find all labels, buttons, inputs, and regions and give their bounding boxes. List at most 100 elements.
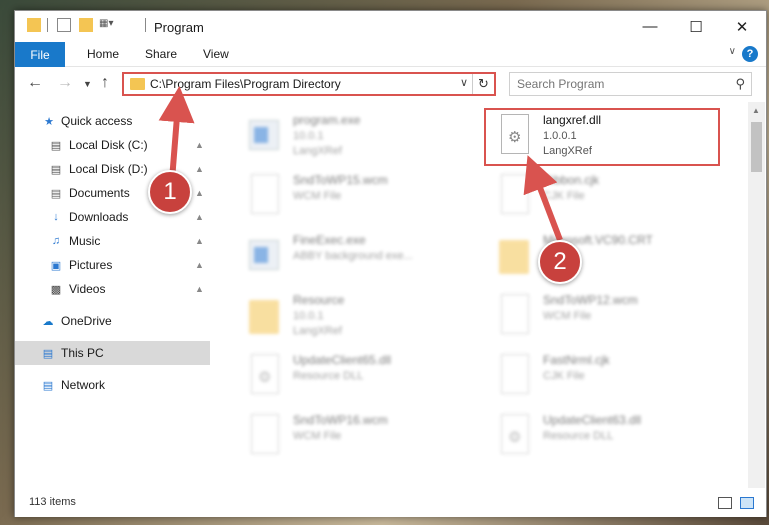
recent-locations-icon[interactable]: ▼ xyxy=(83,79,92,89)
file-item[interactable]: program.exe 10.0.1 LangXRef xyxy=(235,110,475,170)
folder-icon xyxy=(27,18,41,32)
file-name: Ribbon.cjk xyxy=(543,173,600,187)
file-type: WCM File xyxy=(293,430,342,442)
file-name: program.exe xyxy=(293,113,361,127)
status-bar: 113 items xyxy=(15,491,766,517)
sidebar-item-pictures[interactable]: ▣ Pictures ▲ xyxy=(15,253,210,277)
pin-icon[interactable]: ▲ xyxy=(195,236,204,246)
drive-icon: ▤ xyxy=(50,139,62,152)
sidebar-item-label: Documents xyxy=(69,186,130,200)
file-name: SndToWP16.wcm xyxy=(293,413,388,427)
sidebar-item-label: Local Disk (D:) xyxy=(69,162,148,176)
properties-icon[interactable] xyxy=(57,18,71,32)
pin-icon[interactable]: ▲ xyxy=(195,212,204,222)
file-item[interactable]: ⚙ UpdateClient65.dll Resource DLL xyxy=(235,350,475,410)
vertical-scrollbar[interactable]: ▲ xyxy=(748,102,765,488)
step-1-badge: 1 xyxy=(148,170,192,214)
pin-icon[interactable]: ▲ xyxy=(195,164,204,174)
chevron-down-icon[interactable]: ∨ xyxy=(460,76,468,89)
search-input[interactable] xyxy=(517,76,717,92)
pin-icon[interactable]: ▲ xyxy=(195,188,204,198)
address-bar[interactable]: C:\Program Files\Program Directory ∨ ↻ xyxy=(122,72,496,96)
file-item[interactable]: SndToWP16.wcm WCM File xyxy=(235,410,475,470)
sidebar-item-quick-access[interactable]: ★ Quick access xyxy=(15,109,210,133)
sidebar-item-label: Local Disk (C:) xyxy=(69,138,148,152)
file-type: WCM File xyxy=(293,190,342,202)
file-item[interactable]: ⚙ UpdateClient63.dll Resource DLL xyxy=(485,410,725,470)
drive-icon: ▤ xyxy=(50,163,62,176)
dll-gear-icon: ⚙ xyxy=(247,354,281,398)
folder-icon xyxy=(497,234,531,278)
sidebar-item-local-disk-c[interactable]: ▤ Local Disk (C:) ▲ xyxy=(15,133,210,157)
file-version: 10.0.1 xyxy=(293,310,324,322)
minimize-icon[interactable]: — xyxy=(627,11,673,42)
file-name: UpdateClient63.dll xyxy=(543,413,642,427)
file-item[interactable]: SndToWP12.wcm WCM File xyxy=(485,290,725,350)
folder-icon xyxy=(130,78,145,90)
sidebar-item-network[interactable]: ▤ Network xyxy=(15,373,210,397)
ribbon-tabs: File Home Share View ∨ ? xyxy=(15,42,766,67)
file-item[interactable]: Resource 10.0.1 LangXRef xyxy=(235,290,475,350)
navigation-pane: ★ Quick access ▤ Local Disk (C:) ▲ ▤ Loc… xyxy=(15,102,215,488)
dll-gear-icon: ⚙ xyxy=(497,414,531,458)
scroll-thumb[interactable] xyxy=(751,122,762,172)
file-type: CJK File xyxy=(543,190,585,202)
address-path[interactable]: C:\Program Files\Program Directory xyxy=(150,77,341,91)
window-title: Program xyxy=(154,20,204,35)
refresh-icon[interactable]: ↻ xyxy=(472,74,494,94)
pictures-icon: ▣ xyxy=(50,259,62,272)
sidebar-item-label: Music xyxy=(69,234,101,248)
file-name: FineExec.exe xyxy=(293,233,366,247)
file-icon xyxy=(247,174,281,218)
details-view-icon[interactable] xyxy=(718,497,732,509)
search-icon[interactable]: ⚲ xyxy=(735,76,745,92)
sidebar-item-music[interactable]: ♫ Music ▲ xyxy=(15,229,210,253)
large-icons-view-icon[interactable] xyxy=(740,497,754,509)
sidebar-item-onedrive[interactable]: ☁ OneDrive xyxy=(15,309,210,333)
pin-icon[interactable]: ▲ xyxy=(195,260,204,270)
close-icon[interactable]: ✕ xyxy=(719,11,765,42)
back-arrow-icon[interactable]: ← xyxy=(27,74,43,92)
maximize-icon[interactable]: ☐ xyxy=(673,11,719,42)
file-description: ABBY background exe... xyxy=(293,250,413,262)
computer-icon: ▤ xyxy=(42,347,54,360)
tab-share[interactable]: Share xyxy=(145,47,177,61)
file-name: SndToWP15.wcm xyxy=(293,173,388,187)
up-arrow-icon[interactable]: ↑ xyxy=(101,74,109,92)
file-item[interactable]: FineExec.exe ABBY background exe... xyxy=(235,230,475,290)
file-item[interactable]: SndToWP15.wcm WCM File xyxy=(235,170,475,230)
network-icon: ▤ xyxy=(42,379,54,392)
navigation-bar: ← → ▼ ↑ C:\Program Files\Program Directo… xyxy=(15,68,766,100)
file-name: UpdateClient65.dll xyxy=(293,353,392,367)
cloud-icon: ☁ xyxy=(42,315,54,328)
item-count: 113 items xyxy=(29,496,76,508)
new-folder-icon[interactable] xyxy=(79,18,93,32)
sidebar-item-this-pc[interactable]: ▤ This PC xyxy=(15,341,210,365)
pin-icon[interactable]: ▲ xyxy=(195,140,204,150)
forward-arrow-icon[interactable]: → xyxy=(57,74,73,92)
file-item[interactable]: FastNrml.cjk CJK File xyxy=(485,350,725,410)
scroll-up-icon[interactable]: ▲ xyxy=(752,106,760,115)
sidebar-item-videos[interactable]: ▩ Videos ▲ xyxy=(15,277,210,301)
sidebar-item-label: OneDrive xyxy=(61,314,112,328)
music-icon: ♫ xyxy=(51,235,61,247)
help-icon[interactable]: ? xyxy=(742,46,758,62)
sidebar-item-label: Quick access xyxy=(61,114,133,128)
tab-file[interactable]: File xyxy=(15,42,65,67)
sidebar-item-label: Videos xyxy=(69,282,106,296)
file-item[interactable]: Ribbon.cjk CJK File xyxy=(485,170,725,230)
customize-quick-access-icon[interactable]: ▦▾ xyxy=(99,18,119,32)
file-type: Resource DLL xyxy=(543,430,614,442)
expand-ribbon-icon[interactable]: ∨ xyxy=(729,46,736,57)
tab-home[interactable]: Home xyxy=(87,47,119,61)
download-icon: ↓ xyxy=(53,211,59,223)
sidebar-item-label: Pictures xyxy=(69,258,113,272)
search-box[interactable]: ⚲ xyxy=(509,72,752,96)
tab-view[interactable]: View xyxy=(203,47,229,61)
file-description: LangXRef xyxy=(293,145,342,157)
file-type: CJK File xyxy=(543,370,585,382)
pin-icon[interactable]: ▲ xyxy=(195,284,204,294)
highlight-box xyxy=(484,108,720,166)
file-item[interactable]: Microsoft.VC90.CRT xyxy=(485,230,725,290)
file-icon xyxy=(497,294,531,338)
